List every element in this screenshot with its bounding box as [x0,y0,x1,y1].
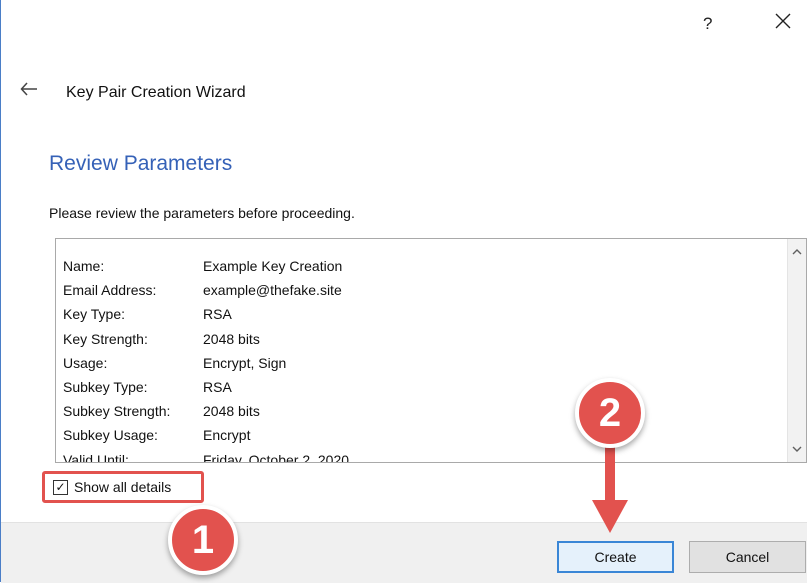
param-row-key-strength: Key Strength: 2048 bits [63,327,349,351]
vertical-scrollbar[interactable] [787,239,806,462]
param-value: example@thefake.site [203,282,342,299]
param-value: Friday, October 2, 2020 [203,451,350,463]
param-label: Key Strength: [63,330,148,347]
param-label: Usage: [63,354,108,371]
param-value: Encrypt, Sign [203,354,287,371]
param-value: RSA [203,306,232,323]
wizard-title: Key Pair Creation Wizard [66,84,246,101]
annotation-arrow-icon [592,445,628,533]
param-label: Key Type: [63,306,126,323]
param-row-subkey-strength: Subkey Strength: 2048 bits [63,399,349,423]
window-border [0,0,1,582]
dialog-footer [1,522,807,583]
param-value: 2048 bits [203,403,260,420]
param-label: Valid Until: [63,451,129,463]
param-label: Email Address: [63,282,157,299]
param-value: 2048 bits [203,330,260,347]
param-row-valid-until: Valid Until: Friday, October 2, 2020 [63,448,350,463]
param-row-subkey-usage: Subkey Usage: Encrypt [63,423,349,447]
close-icon [775,13,791,29]
param-label: Subkey Usage: [63,427,158,444]
help-button[interactable]: ? [703,14,712,34]
instructions-text: Please review the parameters before proc… [49,205,355,221]
param-row-key-type: Key Type: RSA [63,302,349,326]
param-row-name: Name: Example Key Creation [63,254,349,278]
param-row-usage: Usage: Encrypt, Sign [63,351,349,375]
parameters-list[interactable]: Name: Example Key Creation Email Address… [55,238,807,463]
cancel-button[interactable]: Cancel [689,541,806,573]
chevron-down-icon[interactable] [788,444,806,454]
param-value: RSA [203,379,232,396]
param-value: Encrypt [203,427,251,444]
param-row-email: Email Address: example@thefake.site [63,278,349,302]
page-heading: Review Parameters [49,152,233,175]
show-all-details-label: Show all details [74,479,172,495]
step-2-marker: 2 [575,378,645,448]
close-button[interactable] [774,12,792,30]
show-all-details-checkbox[interactable]: ✓ Show all details [42,471,204,503]
param-label: Subkey Type: [63,379,148,396]
back-arrow-icon[interactable] [20,82,38,96]
param-label: Name: [63,258,105,274]
chevron-up-icon[interactable] [788,247,806,257]
param-value: Example Key Creation [203,258,343,274]
param-label: Subkey Strength: [63,403,171,420]
create-button[interactable]: Create [557,541,674,573]
param-row-subkey-type: Subkey Type: RSA [63,375,349,399]
checkbox-box[interactable]: ✓ [53,479,68,495]
step-1-marker: 1 [168,505,238,575]
